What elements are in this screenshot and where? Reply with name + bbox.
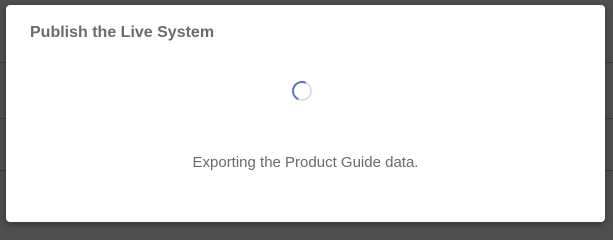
publish-dialog: Publish the Live System Exporting the Pr… (6, 5, 605, 222)
dialog-title: Publish the Live System (30, 24, 215, 41)
export-status-message: Exporting the Product Guide data. (192, 154, 419, 171)
dialog-header: Publish the Live System (6, 5, 605, 61)
loading-spinner-icon (289, 78, 315, 104)
